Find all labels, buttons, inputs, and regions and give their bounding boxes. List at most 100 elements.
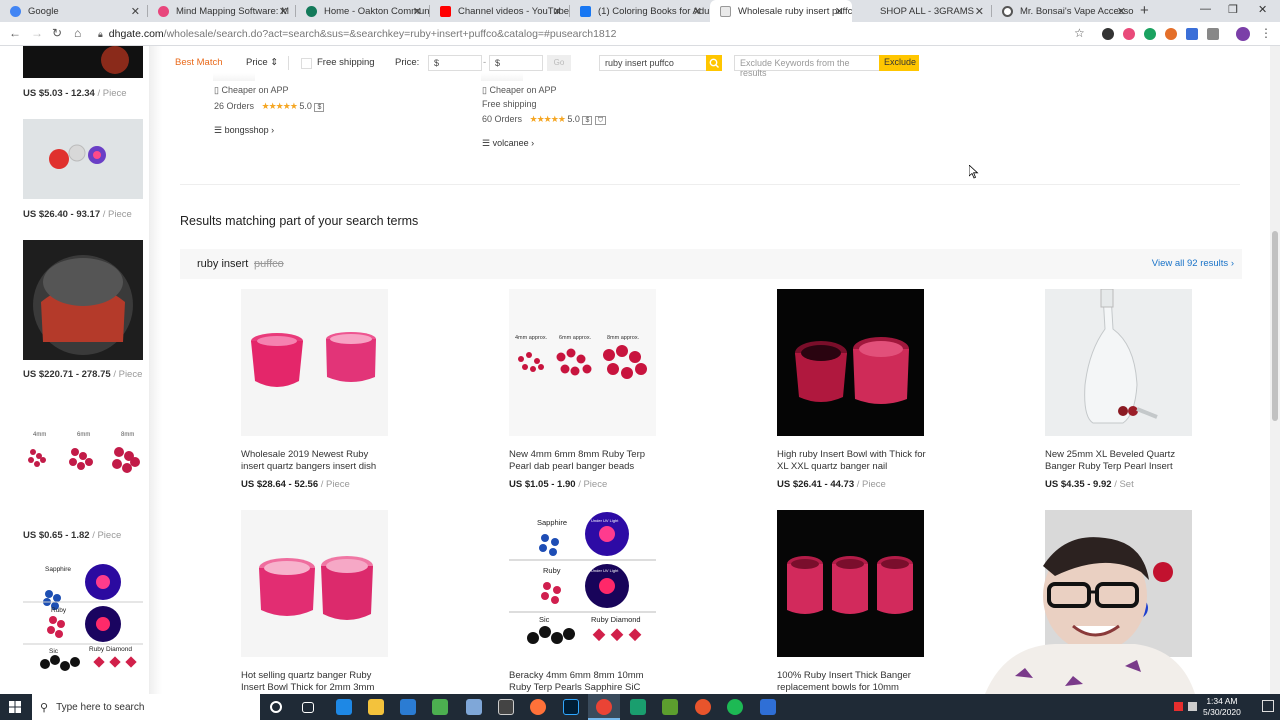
page-scrollbar[interactable] <box>1270 46 1280 694</box>
search-icon: ⚲ <box>40 701 49 714</box>
tab-3grams[interactable]: SHOP ALL - 3GRAMS ✕ <box>852 0 992 22</box>
scrollbar-thumb[interactable] <box>1272 231 1278 421</box>
tab-oakton[interactable]: Home - Oakton Community ✕ <box>296 0 430 22</box>
taskbar-clock[interactable]: 1:34 AM 5/30/2020 <box>1203 696 1241 718</box>
network-icon[interactable] <box>1188 702 1197 711</box>
product-image[interactable]: 4mm approx. 6mm approx. 8mm approx. <box>509 289 656 436</box>
sort-best-match[interactable]: Best Match <box>175 57 223 68</box>
new-tab-button[interactable]: + <box>1140 2 1149 19</box>
cortana-icon[interactable] <box>270 701 282 713</box>
minimize-icon[interactable]: — <box>1200 3 1211 15</box>
close-icon[interactable]: ✕ <box>835 5 844 18</box>
bookmark-star-icon[interactable]: ☆ <box>1074 26 1085 40</box>
search-within-input[interactable]: ruby insert puffco <box>599 55 707 71</box>
product-thumbnail[interactable] <box>23 119 143 199</box>
close-icon[interactable]: ✕ <box>131 5 140 18</box>
min-price-input[interactable]: $ <box>428 55 482 71</box>
product-thumbnail[interactable]: Sapphire Ruby Sic Ruby Diamond <box>23 560 143 680</box>
tray-icon[interactable] <box>1174 702 1183 711</box>
app-badge[interactable]: ▯ Cheaper on APP <box>482 85 557 96</box>
app-icon[interactable] <box>695 699 711 715</box>
file-explorer-icon[interactable] <box>368 699 384 715</box>
windows-start-icon[interactable] <box>9 701 21 713</box>
product-title-link[interactable]: Beracky 4mm 6mm 8mm 10mm Ruby Terp Pearl… <box>509 670 659 694</box>
product-thumbnail[interactable]: 4mm 6mm 8mm <box>23 426 143 516</box>
close-icon[interactable]: ✕ <box>413 5 422 18</box>
app-icon[interactable] <box>760 699 776 715</box>
sort-price[interactable]: Price ⇕ <box>246 57 278 68</box>
notifications-icon[interactable] <box>1262 700 1274 712</box>
tab-dhgate-active[interactable]: Wholesale ruby insert puffc ✕ <box>710 0 852 22</box>
product-thumbnail[interactable] <box>23 240 143 360</box>
product-title-link[interactable]: New 25mm XL Beveled Quartz Banger Ruby T… <box>1045 449 1195 473</box>
tab-facebook[interactable]: (1) Coloring Books for Adul ✕ <box>570 0 710 22</box>
window-close-icon[interactable]: ✕ <box>1258 3 1267 16</box>
profile-avatar[interactable] <box>1236 27 1250 41</box>
task-view-icon[interactable] <box>302 702 314 713</box>
product-thumbnail[interactable] <box>23 46 143 78</box>
tab-mind-mapping[interactable]: Mind Mapping Software: M ✕ <box>148 0 296 22</box>
exclude-button[interactable]: Exclude <box>879 55 919 71</box>
product-image[interactable]: Sapphire Under UV Light Ruby Under UV Li… <box>509 510 656 657</box>
orders-rating: 26 Orders ★★★★★ 5.0 $ <box>214 101 325 112</box>
store-link[interactable]: ☰ bongsshop › <box>214 125 274 136</box>
close-icon[interactable]: ✕ <box>693 5 702 18</box>
product-image[interactable] <box>241 510 388 657</box>
mail-icon[interactable] <box>400 699 416 715</box>
grammarly-extension-icon[interactable] <box>1144 28 1156 40</box>
product-title-link[interactable]: High ruby Insert Bowl with Thick for XL … <box>777 449 927 473</box>
size-label: 8mm <box>121 432 135 438</box>
chrome-taskbar-active[interactable] <box>588 694 620 720</box>
product-image[interactable] <box>777 289 924 436</box>
home-icon[interactable]: ⌂ <box>74 26 81 40</box>
dollar-badge-icon: $ <box>582 116 593 125</box>
app-icon[interactable] <box>466 699 482 715</box>
store-link[interactable]: ☰ volcanee › <box>482 138 534 149</box>
store-icon[interactable] <box>432 699 448 715</box>
search-icon <box>709 58 719 68</box>
url-field[interactable]: 🔒︎ dhgate.com /wholesale/search.do?act=s… <box>98 24 1078 44</box>
photoshop-icon[interactable] <box>563 699 579 715</box>
product-title-link[interactable]: Wholesale 2019 Newest Ruby insert quartz… <box>241 449 391 473</box>
metamask-extension-icon[interactable] <box>1165 28 1177 40</box>
tab-google[interactable]: Google ✕ <box>0 0 148 22</box>
close-icon[interactable]: ✕ <box>975 5 984 18</box>
max-price-input[interactable]: $ <box>489 55 543 71</box>
address-bar: ← → ↻ ⌂ 🔒︎ dhgate.com /wholesale/search.… <box>0 22 1280 46</box>
close-icon[interactable]: ✕ <box>553 5 562 18</box>
extension-icon[interactable] <box>1123 28 1135 40</box>
exclude-keywords-input[interactable]: Exclude Keywords from the results <box>734 55 880 78</box>
tab-mr-bonsai[interactable]: Mr. Bonsai's Vape Accessor ✕ <box>992 0 1134 22</box>
extension-icon[interactable] <box>1186 28 1198 40</box>
product-image[interactable] <box>241 289 388 436</box>
app-badge[interactable]: ▯ Cheaper on APP <box>214 85 289 96</box>
back-icon[interactable]: ← <box>9 26 21 40</box>
product-image[interactable] <box>1045 289 1192 436</box>
spotify-icon[interactable] <box>727 699 743 715</box>
forward-icon[interactable]: → <box>31 26 43 40</box>
restore-icon[interactable]: ❐ <box>1228 3 1238 16</box>
app-icon[interactable] <box>498 699 514 715</box>
tab-youtube[interactable]: Channel videos - YouTube S ✕ <box>430 0 570 22</box>
price-go-button[interactable]: Go <box>547 55 571 71</box>
reload-icon[interactable]: ↻ <box>52 26 62 40</box>
product-title-link[interactable]: New 4mm 6mm 8mm Ruby Terp Pearl dab pear… <box>509 449 659 473</box>
free-shipping-checkbox[interactable] <box>301 58 312 69</box>
close-icon[interactable]: ✕ <box>1117 5 1126 18</box>
view-all-results-link[interactable]: View all 92 results › <box>1152 258 1234 269</box>
dollar-badge-icon: $ <box>314 103 325 112</box>
product-title-link[interactable]: Hot selling quartz banger Ruby Insert Bo… <box>241 670 391 694</box>
phone-icon: ▯ <box>214 85 219 95</box>
search-within-button[interactable] <box>706 55 722 71</box>
extension-icon[interactable] <box>1102 28 1114 40</box>
close-icon[interactable]: ✕ <box>279 5 288 18</box>
product-title-link[interactable]: 100% Ruby Insert Thick Banger replacemen… <box>777 670 927 694</box>
edge-icon[interactable] <box>336 699 352 715</box>
taskbar-search-box[interactable]: ⚲ Type here to search <box>32 694 260 720</box>
pdf-icon[interactable] <box>662 699 678 715</box>
app-icon[interactable] <box>630 699 646 715</box>
menu-dots-icon[interactable]: ⋮ <box>1260 26 1272 40</box>
firefox-icon[interactable] <box>530 699 546 715</box>
extension-icon[interactable] <box>1207 28 1219 40</box>
product-image[interactable] <box>777 510 924 657</box>
